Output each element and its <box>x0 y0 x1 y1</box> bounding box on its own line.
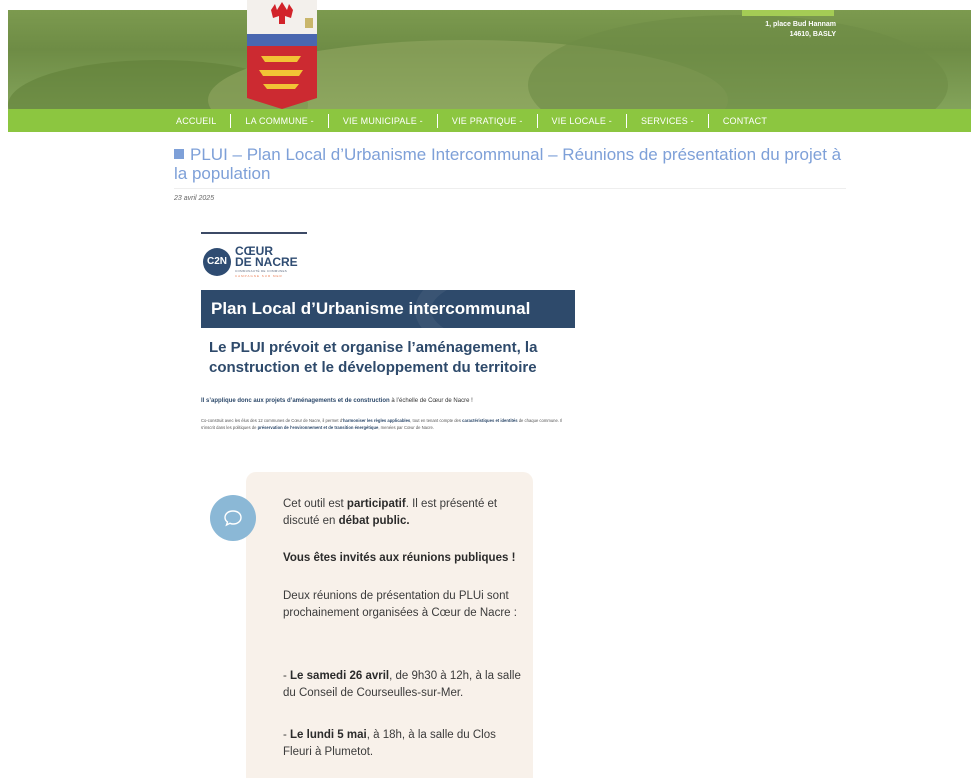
card-text-bold: débat public. <box>338 515 410 527</box>
page: Basly 1, place Bud Hannam 14610, BASLY A… <box>0 0 971 778</box>
c2n-logo-icon: C2N <box>203 248 231 276</box>
address-tab <box>742 10 834 16</box>
card-text-bold: participatif <box>346 498 406 510</box>
nav-item-services[interactable]: Services - <box>625 113 708 128</box>
card-paragraph-3: Deux réunions de présentation du PLUi so… <box>283 590 517 619</box>
pluii-flyer-image: C2N CŒUR DE NACRE COMMUNAUTÉ DE COMMUNES… <box>201 232 575 462</box>
post-date: 23 avril 2025 <box>174 195 215 202</box>
flyer-detail-bold: caractéristiques et identités <box>462 418 518 423</box>
post-header: PLUI – Plan Local d’Urbanisme Intercommu… <box>174 145 846 183</box>
flyer-intro-bold: Il s’applique donc aux projets d’aménage… <box>201 398 390 404</box>
card-bullet: - <box>283 729 291 741</box>
card-bullet: - <box>283 670 291 682</box>
nav-item-la-commune[interactable]: La commune - <box>230 113 327 128</box>
card-invite-text: Vous êtes invités aux réunions publiques… <box>283 552 516 564</box>
flyer-detail-part: , menées par Cœur de Nacre. <box>378 425 434 430</box>
card-text-part: Cet outil est <box>283 498 347 510</box>
card-paragraph-1: Cet outil est participatif. Il est prése… <box>283 496 523 530</box>
flyer-intro: Il s’applique donc aux projets d’aménage… <box>201 397 581 405</box>
flyer-detail-part: , tout en tenant compte des <box>410 418 463 423</box>
flyer-detail-bold: préservation de l’environnement et de tr… <box>257 425 379 430</box>
logo-text: CŒUR DE NACRE <box>235 245 298 269</box>
nav-item-vie-municipale[interactable]: Vie municipale - <box>327 113 437 128</box>
nav-item-vie-pratique[interactable]: Vie pratique - <box>436 113 537 128</box>
card-meeting-1: - Le samedi 26 avril, de 9h30 à 12h, à l… <box>283 668 523 702</box>
nav-item-accueil[interactable]: Accueil <box>176 114 230 128</box>
flyer-detail-part: Co-construit avec les élus des 12 commun… <box>201 418 343 423</box>
post-title[interactable]: PLUI – Plan Local d’Urbanisme Intercommu… <box>174 145 846 183</box>
card-paragraph-2: Vous êtes invités aux réunions publiques… <box>283 550 523 567</box>
logo-rule <box>201 232 307 234</box>
logo-tagline: CAMPAGNE SUR MER <box>235 274 283 278</box>
address-line-2: 14610, BASLY <box>789 31 836 38</box>
speech-bubble-icon <box>210 495 256 541</box>
title-divider <box>174 188 846 189</box>
logo-subtitle: COMMUNAUTÉ DE COMMUNES <box>235 269 288 273</box>
crest-image[interactable]: Basly <box>247 0 317 109</box>
main-nav: Accueil La commune - Vie municipale - Vi… <box>8 109 971 132</box>
address-line-1: 1, place Bud Hannam <box>765 21 836 28</box>
nav-item-contact[interactable]: Contact <box>707 113 781 128</box>
flyer-headline: Le PLUI prévoit et organise l’aménagemen… <box>209 339 538 376</box>
flyer-intro-rest: à l’échelle de Cœur de Nacre ! <box>389 398 473 404</box>
card-meeting-2: - Le lundi 5 mai, à 18h, à la salle du C… <box>283 727 523 761</box>
post-title-text[interactable]: PLUI – Plan Local d’Urbanisme Intercommu… <box>174 145 841 183</box>
card-meeting-date: Le lundi 5 mai <box>290 729 367 741</box>
logo-line-2: DE NACRE <box>235 255 298 269</box>
title-square-icon <box>174 149 184 159</box>
card-meeting-date: Le samedi 26 avril <box>290 670 390 682</box>
flyer-detail-bold: harmoniser les règles applicables <box>342 418 411 423</box>
nav-item-vie-locale[interactable]: Vie locale - <box>536 113 626 128</box>
address-block: 1, place Bud Hannam 14610, BASLY <box>765 20 836 40</box>
flyer-banner: Plan Local d’Urbanisme intercommunal (PL… <box>201 290 575 328</box>
flyer-detail: Co-construit avec les élus des 12 commun… <box>201 417 575 431</box>
